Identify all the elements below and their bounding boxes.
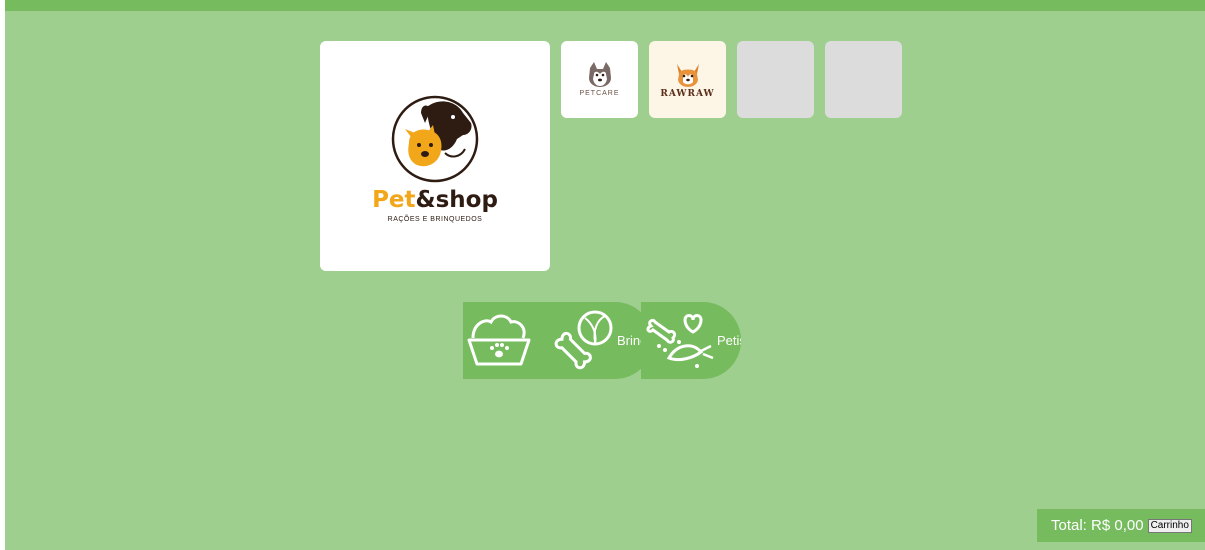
thumbnail-4[interactable] (825, 41, 902, 118)
category-petiscos-button[interactable]: Petiscos (641, 302, 741, 379)
thumbnail-2[interactable]: RAWRAW (649, 41, 726, 118)
brand-tagline: RAÇÕES E BRINQUEDOS (387, 216, 483, 223)
thumbnail-1[interactable]: PETCARE (561, 41, 638, 118)
category-brinquedos-button[interactable]: Brinquedos (541, 302, 653, 379)
thumbnail-3[interactable] (737, 41, 814, 118)
thumbnail-1-label: PETCARE (579, 90, 620, 97)
top-bar (5, 0, 1205, 11)
cart-total-bar: Total: R$ 0,00 Carrinho (1037, 509, 1205, 542)
category-racoes-button[interactable] (463, 302, 545, 379)
brand-name-part1: Pet (372, 187, 416, 213)
corgi-icon (676, 64, 699, 87)
thumbnail-2-label: RAWRAW (660, 89, 715, 99)
bone-ball-icon (554, 310, 613, 370)
husky-icon (588, 62, 611, 87)
page: Pet&shop RAÇÕES E BRINQUEDOS PETCARE RAW… (5, 0, 1205, 550)
dog-logo-icon (391, 95, 479, 183)
food-bowl-icon (467, 314, 531, 366)
cart-total-label: Total: R$ 0,00 (1051, 517, 1144, 534)
cart-button[interactable]: Carrinho (1147, 518, 1192, 533)
brand-name-part2: &shop (415, 187, 498, 213)
brand-name: Pet&shop (372, 189, 498, 212)
treats-icon (646, 314, 714, 368)
category-petiscos-label: Petiscos (717, 333, 741, 348)
main-product-image[interactable]: Pet&shop RAÇÕES E BRINQUEDOS (320, 41, 550, 271)
